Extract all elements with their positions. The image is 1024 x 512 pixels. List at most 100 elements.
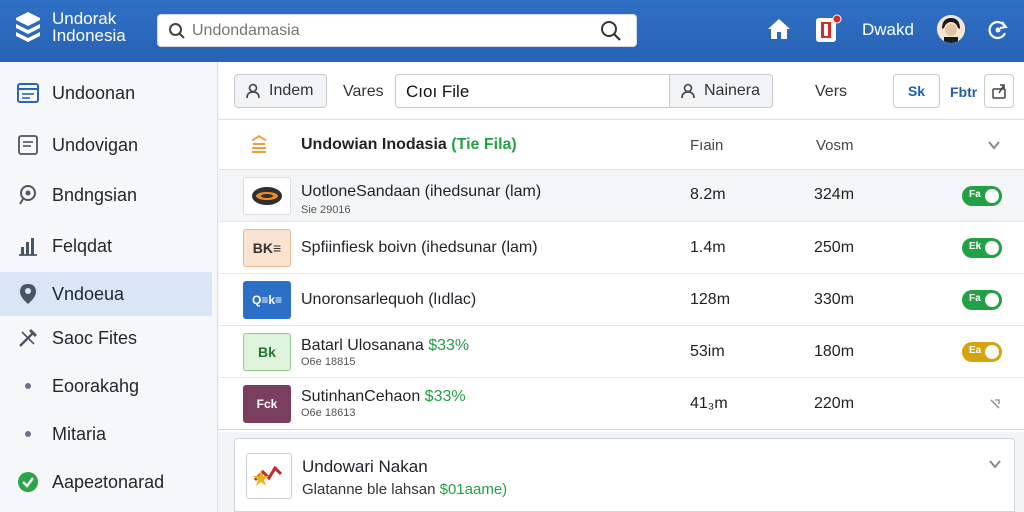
file-table: Undowian Inodasia (Tie Fila) Fıain Vosm …: [219, 120, 1024, 432]
user-icon: [681, 83, 695, 99]
table-row[interactable]: BK≡ Spfiinfiesk boivn (ihedsunar (lam) 1…: [219, 222, 1024, 274]
sidebar-item-undovigan[interactable]: Undovigan: [0, 123, 212, 167]
sk-button[interactable]: Sk: [893, 74, 940, 108]
table-row[interactable]: Bk Batarl Ulosanana $33% O6e 18815 53im …: [219, 326, 1024, 378]
home-icon[interactable]: [766, 17, 792, 41]
file-tag: (ihedsunar (lam): [424, 183, 542, 200]
file-name: UotloneSandaan (ihedsunar (lam): [301, 183, 541, 201]
file-name-text: UotloneSandaan: [301, 183, 421, 200]
file-name-text: Spfiinfiesk boivn: [301, 239, 417, 256]
sidebar-item-vndoeua[interactable]: Vndoeua: [0, 272, 212, 316]
refresh-icon[interactable]: [986, 18, 1010, 42]
toggle-switch[interactable]: Ek: [962, 238, 1002, 258]
search-icon: [169, 23, 185, 39]
file-size: 1.4m: [690, 239, 726, 256]
toggle-label: Ea: [969, 345, 982, 356]
toggle-switch[interactable]: Fa: [962, 290, 1002, 310]
brand[interactable]: Undorak Indonesia: [14, 10, 126, 44]
nainera-button-label: Nainera: [704, 82, 761, 99]
toggle-switch[interactable]: Ea: [962, 342, 1002, 362]
file-subtext: Sie 29016: [301, 204, 351, 216]
document-icon: [16, 133, 40, 157]
sidebar-item-bndngsian[interactable]: Bndngsian: [0, 173, 212, 217]
sidebar-item-label: Vndoeua: [52, 283, 125, 304]
file-name-text: Batarl Ulosanana: [301, 337, 424, 354]
sidebar-item-aapestonarad[interactable]: Aapeƨtonarad: [0, 460, 212, 504]
sidebar-item-undoonan[interactable]: Undoonan: [0, 71, 212, 115]
sidebar-item-label: Saoc Fites: [52, 327, 138, 348]
search-icon: [16, 183, 40, 207]
file-subtext: O6e 18815: [301, 356, 356, 368]
column-header-vers[interactable]: Vosm: [816, 137, 854, 154]
card-title: Undowari Nakan: [302, 457, 428, 476]
card-subtitle-tag: $01aame): [439, 481, 508, 498]
file-name-text: SutinhanCehaon: [301, 388, 421, 405]
chevron-down-icon[interactable]: [989, 459, 1001, 469]
table-title-text: Undowian Inodasia: [301, 136, 447, 153]
bar-chart-icon: [16, 234, 40, 258]
brand-subtitle: Indonesia: [52, 26, 126, 45]
indem-button[interactable]: Indem: [234, 74, 327, 108]
vares-label: Vares: [343, 83, 384, 100]
nainera-button[interactable]: Nainera: [669, 74, 773, 108]
card-subtitle: Glatanne ble lahsan $01aame): [302, 481, 507, 498]
table-row[interactable]: Fck SutinhanCehaon $33% O6e 18613 41₃m 2…: [219, 378, 1024, 430]
file-name: SutinhanCehaon $33%: [301, 388, 466, 406]
sidebar-item-label: Aapeƨtonarad: [52, 471, 165, 492]
file-subtext: O6e 18613: [301, 407, 356, 419]
file-tag: $33%: [424, 388, 466, 405]
user-name[interactable]: Dwakd: [862, 20, 914, 40]
file-tag: $33%: [428, 337, 470, 354]
file-version: 324m: [814, 186, 855, 203]
pin-icon[interactable]: [989, 398, 1001, 410]
file-version: 180m: [814, 343, 855, 360]
sidebar-item-felqdat[interactable]: Felqdat: [0, 224, 212, 268]
toggle-switch[interactable]: Fa: [962, 186, 1002, 206]
sidebar-item-mitaria[interactable]: Mitaria: [0, 412, 212, 456]
export-icon: [992, 84, 1006, 99]
table-row[interactable]: UotloneSandaan (ihedsunar (lam) Sie 2901…: [219, 170, 1024, 222]
sidebar-item-label: Bndngsian: [52, 184, 138, 205]
file-version: 250m: [814, 239, 855, 256]
sidebar-item-saoc-fites[interactable]: Saoc Fites: [0, 316, 212, 360]
file-size: 8.2m: [690, 186, 726, 203]
detail-card[interactable]: Undowari Nakan Glatanne ble lahsan $01aa…: [234, 438, 1015, 512]
search-bar[interactable]: [157, 14, 637, 47]
table-row[interactable]: Q≡k≡ Unoronsarlequoh (lıdlac) 128m 330m …: [219, 274, 1024, 326]
file-tag: (lıdlac): [428, 291, 477, 308]
toggle-label: Fa: [969, 189, 981, 200]
export-button[interactable]: [984, 74, 1014, 108]
toggle-label: Ek: [969, 241, 982, 252]
avatar[interactable]: [937, 15, 965, 43]
sidebar-item-label: Undoonan: [52, 82, 136, 103]
chevron-down-icon[interactable]: [988, 140, 1000, 150]
table-title-tag: (Tie Fila): [451, 136, 517, 153]
flag-icon: [253, 465, 283, 486]
sidebar-item-label: Mitaria: [52, 423, 107, 444]
sidebar-item-eoorakahg[interactable]: Eoorakahg: [0, 364, 212, 408]
search-input[interactable]: [192, 15, 592, 46]
file-version: 330m: [814, 291, 855, 308]
file-name: Unoronsarlequoh (lıdlac): [301, 291, 476, 309]
notifications-icon[interactable]: [814, 14, 842, 44]
file-size: 53im: [690, 343, 725, 360]
vers-label: Vers: [815, 83, 848, 100]
logo-icon: [16, 12, 40, 42]
fbtr-button[interactable]: Fbtr: [950, 84, 977, 100]
user-icon: [246, 83, 260, 99]
file-size: 128m: [690, 291, 731, 308]
sidebar-item-label: Undovigan: [52, 134, 139, 155]
file-thumbnail: [243, 177, 291, 215]
search-submit-icon[interactable]: [600, 20, 622, 42]
disc-logo-icon: [252, 187, 282, 205]
file-thumbnail: Fck: [243, 385, 291, 423]
card-thumbnail: [246, 453, 292, 499]
bullet-icon: [25, 431, 31, 437]
green-badge-icon: [16, 470, 40, 494]
file-field[interactable]: Cıoı File: [395, 74, 670, 108]
column-header-size[interactable]: Fıain: [690, 137, 723, 154]
file-thumbnail: Q≡k≡: [243, 281, 291, 319]
card-subtitle-text: Glatanne ble lahsan: [302, 481, 436, 498]
indem-button-label: Indem: [269, 82, 314, 99]
sidebar-item-label: Felqdat: [52, 235, 113, 256]
